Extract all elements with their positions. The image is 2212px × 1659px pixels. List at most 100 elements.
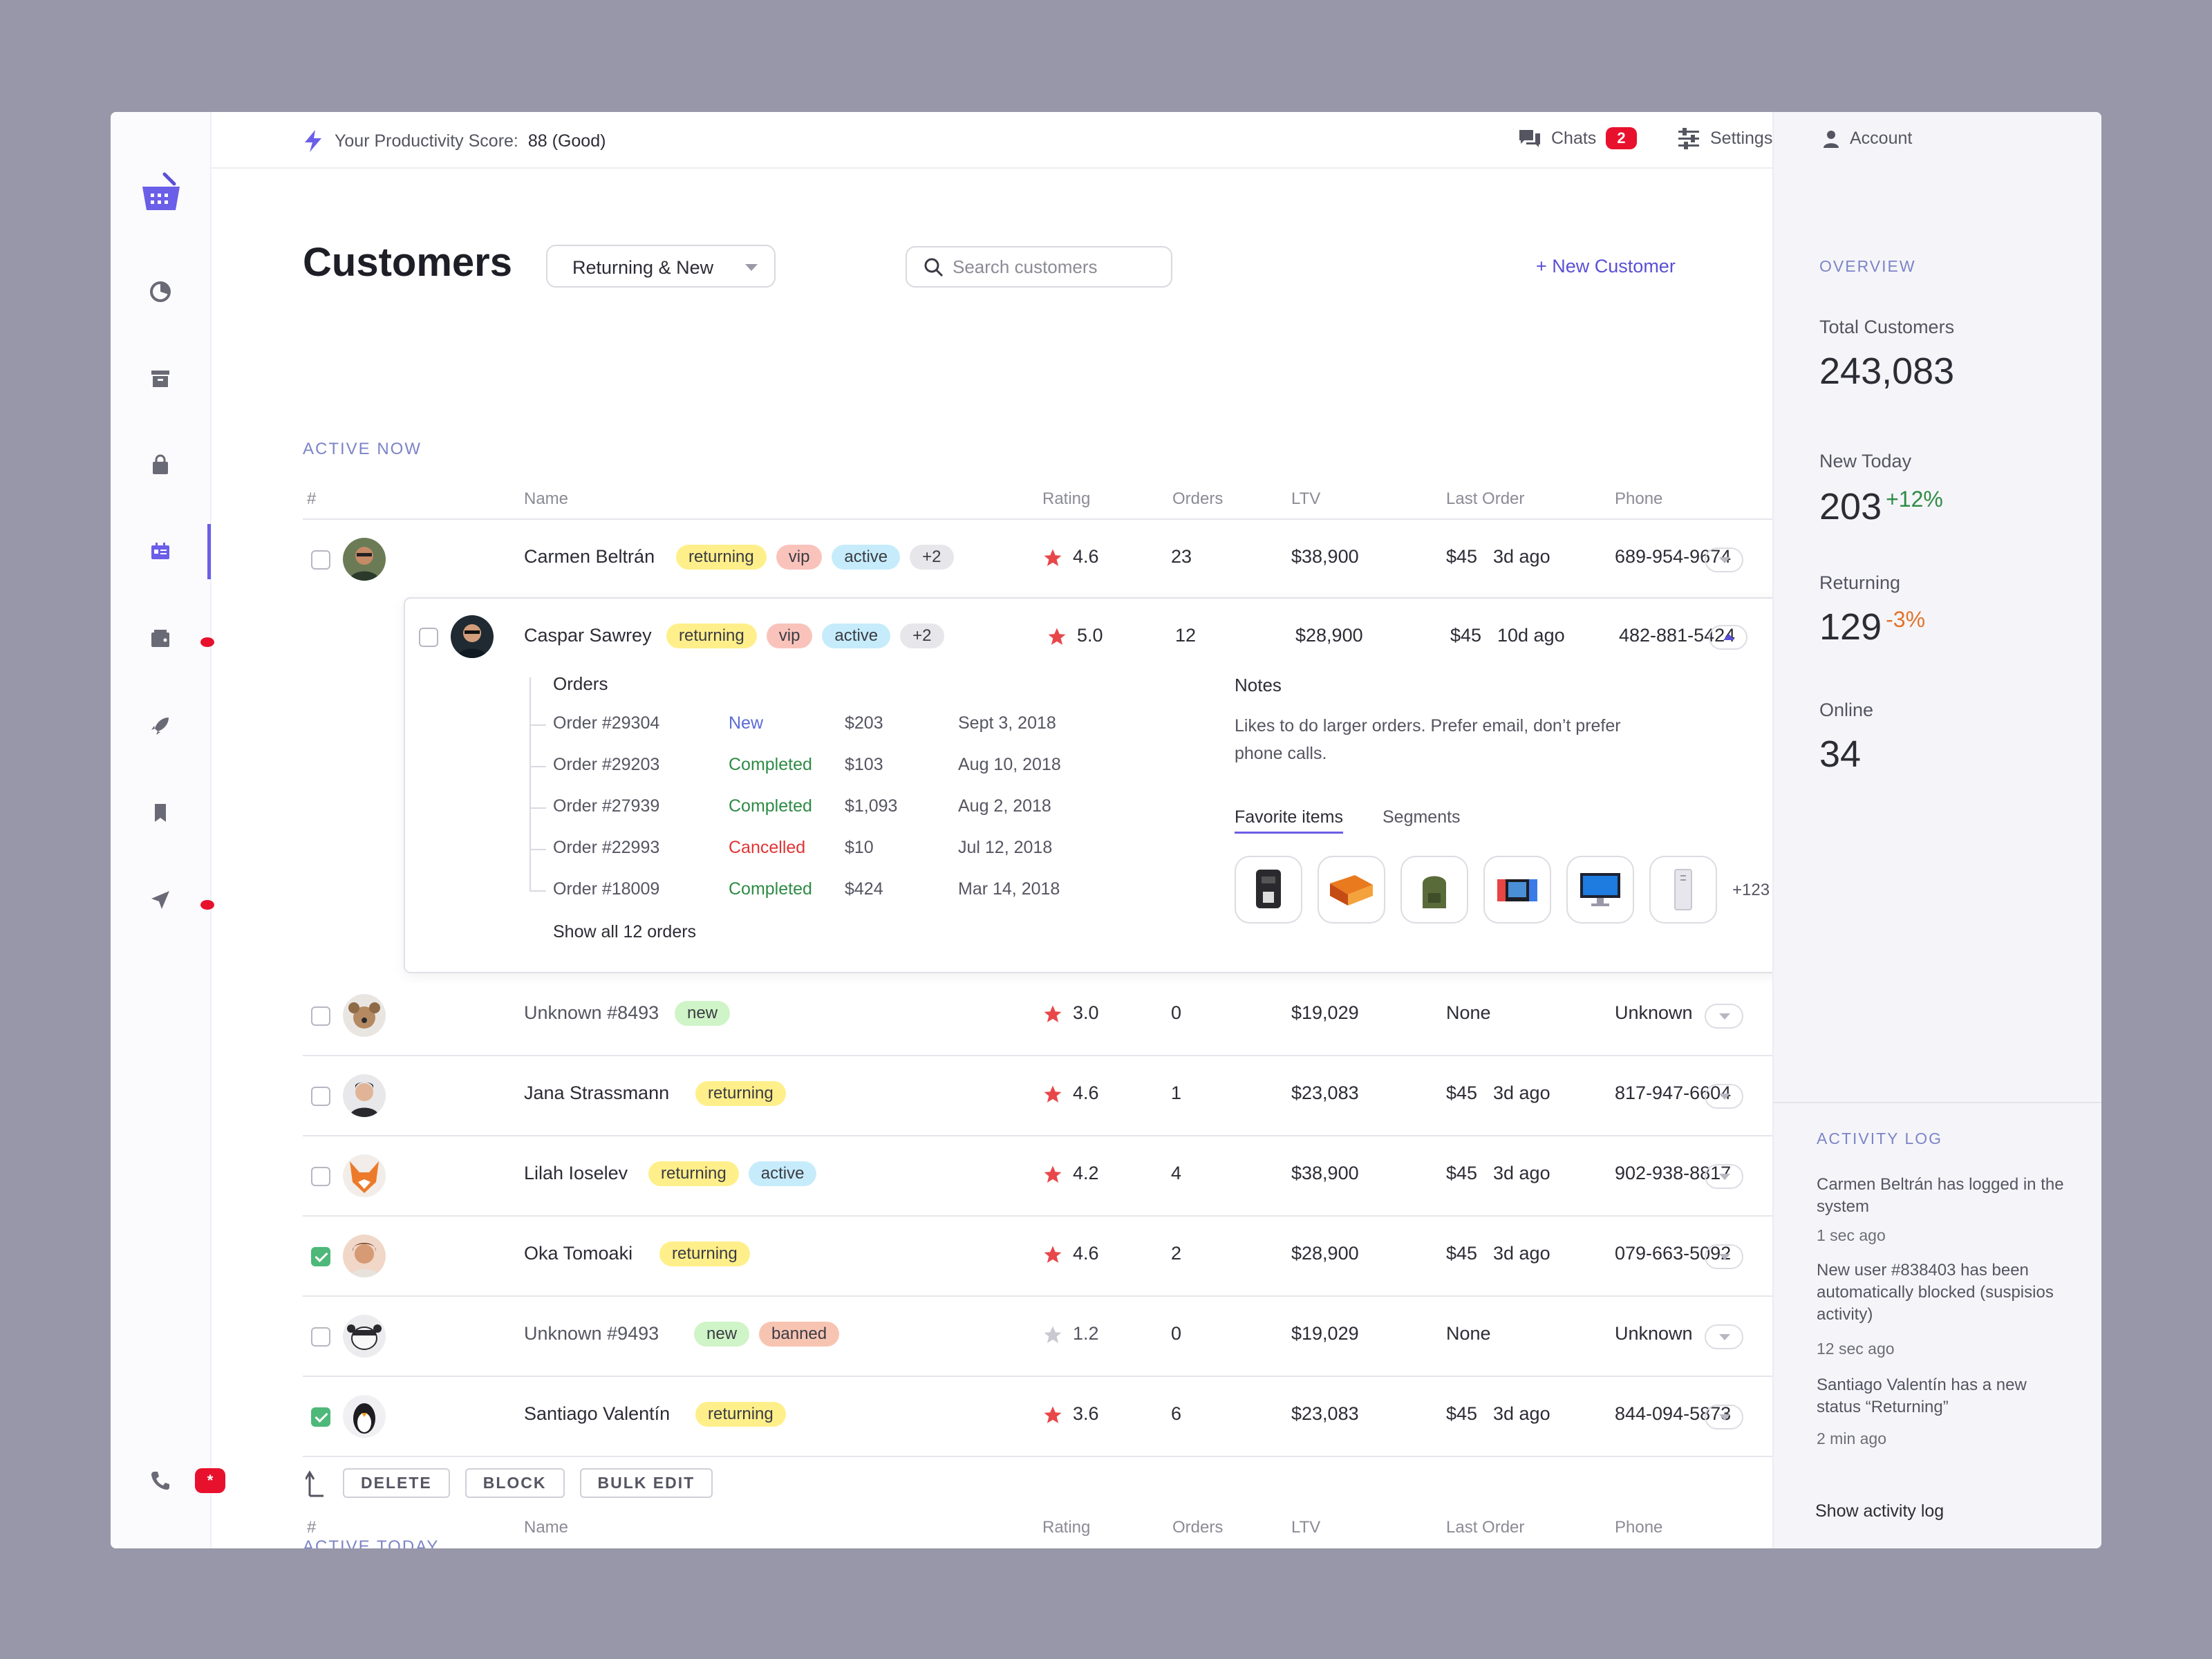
sidebar-active-indicator <box>207 524 211 579</box>
stat-value-online: 34 <box>1819 733 1861 776</box>
basket-logo-icon[interactable] <box>137 170 185 214</box>
delete-button[interactable]: DELETE <box>343 1468 450 1498</box>
row-checkbox[interactable] <box>311 1087 330 1106</box>
sidebar-item-launch[interactable] <box>138 704 182 748</box>
overview-panel: Account OVERVIEW Total Customers 243,083… <box>1772 112 2101 1548</box>
expanded-customer-card: Caspar Sawrey returning vip active +2 5.… <box>404 597 1772 973</box>
customer-name[interactable]: Lilah Ioselev <box>524 1163 628 1184</box>
paper-plane-icon <box>151 891 169 909</box>
show-activity-log-link[interactable]: Show activity log <box>1815 1501 1944 1521</box>
stat-label-total: Total Customers <box>1819 317 1955 337</box>
search-customers-input[interactable]: Search customers <box>906 246 1172 288</box>
expand-row-button[interactable] <box>1705 1164 1743 1189</box>
table-row[interactable]: Unknown #9493 new banned 1.2 0 $19,029 N… <box>303 1297 1772 1377</box>
customer-filter-select[interactable]: Returning & New <box>546 245 776 288</box>
table-row[interactable]: Santiago Valentín returning 3.6 6 $23,08… <box>303 1377 1772 1457</box>
favorite-item-gaming-console[interactable] <box>1483 856 1551 924</box>
order-id[interactable]: Order #29203 <box>553 755 659 775</box>
table-row[interactable]: Lilah Ioselev returning active 4.2 4 $38… <box>303 1136 1772 1217</box>
favorite-item-snack-box[interactable] <box>1318 856 1385 924</box>
sidebar-item-inbox[interactable] <box>138 357 182 401</box>
row-checkbox[interactable] <box>311 1167 330 1186</box>
overview-divider <box>1774 1102 2101 1103</box>
bulk-edit-button[interactable]: BULK EDIT <box>579 1468 713 1498</box>
order-id[interactable]: Order #27939 <box>553 796 659 816</box>
stat-returning-number: 129 <box>1819 606 1882 648</box>
bulk-actions-bar: DELETE BLOCK BULK EDIT <box>306 1468 713 1498</box>
row-checkbox[interactable] <box>419 628 438 647</box>
id-card-icon <box>151 543 169 559</box>
customer-name[interactable]: Carmen Beltrán <box>524 546 655 568</box>
ltv: $28,900 <box>1291 1243 1359 1264</box>
archive-icon <box>151 371 169 387</box>
expand-row-button[interactable] <box>1705 1324 1743 1349</box>
stat-new-delta: +12% <box>1886 487 1943 512</box>
show-all-orders-link[interactable]: Show all 12 orders <box>553 922 696 942</box>
col-rating: Rating <box>1042 489 1091 508</box>
expand-row-button[interactable] <box>1705 1084 1743 1109</box>
row-checkbox[interactable] <box>311 1327 330 1347</box>
favorite-item-pc-tower[interactable] <box>1649 856 1717 924</box>
sidebar-item-bookmarks[interactable] <box>138 791 182 835</box>
activity-entry: New user #838403 has been automatically … <box>1817 1261 2054 1324</box>
customer-name[interactable]: Caspar Sawrey <box>524 625 652 646</box>
favorite-item-backpack[interactable] <box>1400 856 1468 924</box>
customer-name[interactable]: Jana Strassmann <box>524 1082 669 1104</box>
tag-returning: returning <box>666 624 757 648</box>
tag-list: returning <box>695 1402 786 1427</box>
more-items-count[interactable]: +123 <box>1732 881 1770 900</box>
tag-list: returning vip active +2 <box>666 624 944 648</box>
row-checkbox[interactable] <box>311 1407 330 1427</box>
ltv: $23,083 <box>1291 1082 1359 1103</box>
corner-up-arrow-icon <box>306 1470 324 1497</box>
avatar <box>343 538 386 581</box>
expand-row-button[interactable] <box>1705 547 1743 572</box>
account-button[interactable]: Account <box>1822 129 1912 149</box>
tag-active: active <box>822 624 891 648</box>
favorite-item-coffee-maker[interactable] <box>1235 856 1302 924</box>
row-checkbox[interactable] <box>311 1247 330 1266</box>
sidebar-item-shop[interactable] <box>138 444 182 488</box>
stat-total-number: 243,083 <box>1819 350 1955 392</box>
customer-name[interactable]: Santiago Valentín <box>524 1403 670 1425</box>
sidebar-item-customers[interactable] <box>138 529 182 574</box>
expand-row-button[interactable] <box>1705 1244 1743 1269</box>
table-row[interactable]: Carmen Beltrán returning vip active +2 4… <box>303 520 1772 600</box>
stat-new-number: 203 <box>1819 486 1882 527</box>
tab-favorite-items[interactable]: Favorite items <box>1235 807 1343 834</box>
tag-more[interactable]: +2 <box>910 545 954 570</box>
new-customer-button[interactable]: + New Customer <box>1536 256 1676 277</box>
row-checkbox[interactable] <box>311 1006 330 1026</box>
call-button[interactable] <box>138 1459 182 1503</box>
sidebar-item-dashboard[interactable] <box>138 270 182 314</box>
expand-row-button[interactable] <box>1705 1405 1743 1430</box>
stat-value-new-today: 203 +12% <box>1819 485 1943 528</box>
favorite-item-monitor[interactable] <box>1566 856 1634 924</box>
table-row[interactable]: Jana Strassmann returning 4.6 1 $23,083 … <box>303 1056 1772 1136</box>
stat-online-number: 34 <box>1819 733 1862 775</box>
sidebar-item-send[interactable] <box>138 878 182 922</box>
table-row[interactable]: Unknown #8493 new 3.0 0 $19,029 None Unk… <box>303 976 1772 1056</box>
ltv: $38,900 <box>1291 1163 1359 1183</box>
order-id[interactable]: Order #29304 <box>553 713 659 733</box>
last-order-amount: $45 <box>1446 1163 1478 1183</box>
customer-name[interactable]: Unknown #8493 <box>524 1002 659 1024</box>
block-button[interactable]: BLOCK <box>465 1468 565 1498</box>
row-checkbox[interactable] <box>311 550 330 570</box>
settings-button[interactable]: Settings <box>1677 127 1772 149</box>
expand-row-button[interactable] <box>1705 1004 1743 1029</box>
productivity-score: Your Productivity Score: 88 (Good) <box>301 129 606 153</box>
sidebar-item-wallet[interactable] <box>138 617 182 661</box>
tag-more[interactable]: +2 <box>900 624 944 648</box>
collapse-row-button[interactable] <box>1709 625 1747 650</box>
customer-name[interactable]: Unknown #9493 <box>524 1323 659 1344</box>
chats-button[interactable]: Chats 2 <box>1518 127 1637 149</box>
order-id[interactable]: Order #22993 <box>553 838 659 858</box>
table-row[interactable]: Oka Tomoaki returning 4.6 2 $28,900 $45 … <box>303 1217 1772 1297</box>
tab-segments[interactable]: Segments <box>1382 807 1461 827</box>
settings-label: Settings <box>1710 128 1773 148</box>
last-order-amount: $45 <box>1446 1082 1478 1103</box>
customer-name[interactable]: Oka Tomoaki <box>524 1243 632 1264</box>
order-id[interactable]: Order #18009 <box>553 879 659 899</box>
order-status: New <box>729 713 764 733</box>
